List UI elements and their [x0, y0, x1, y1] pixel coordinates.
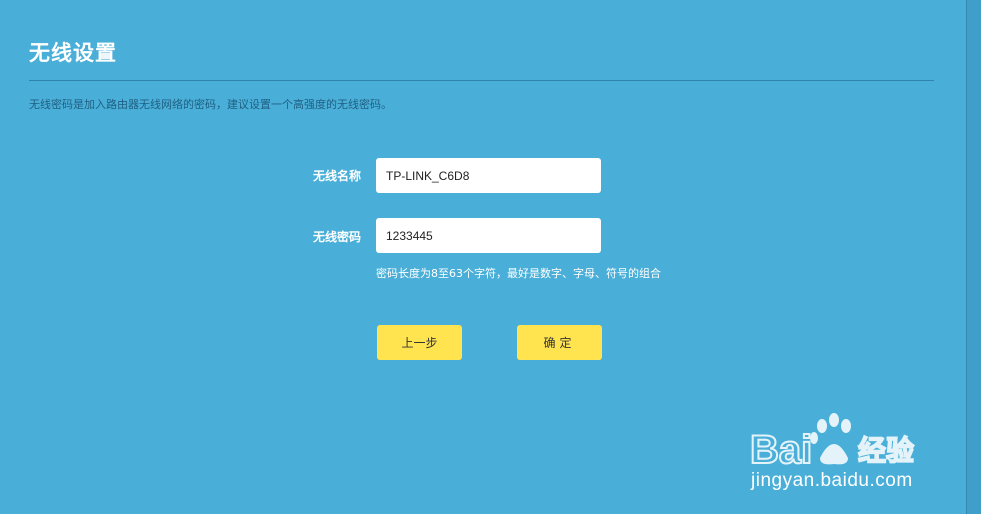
watermark-url: jingyan.baidu.com — [751, 470, 913, 491]
confirm-button[interactable]: 确定 — [517, 325, 602, 360]
ssid-label: 无线名称 — [312, 169, 361, 183]
page-description: 无线密码是加入路由器无线网络的密码，建议设置一个高强度的无线密码。 — [29, 98, 392, 111]
password-hint: 密码长度为8至63个字符，最好是数字、字母、符号的组合 — [376, 267, 661, 280]
svg-text:经验: 经验 — [858, 434, 914, 467]
title-divider — [29, 80, 934, 81]
right-edge-line — [966, 0, 967, 514]
page-title: 无线设置 — [29, 41, 117, 65]
right-edge — [966, 0, 981, 514]
password-label: 无线密码 — [312, 230, 361, 244]
prev-step-button[interactable]: 上一步 — [377, 325, 462, 360]
password-input[interactable] — [376, 218, 601, 253]
ssid-input[interactable] — [376, 158, 601, 193]
svg-text:Bai: Bai — [750, 428, 812, 472]
